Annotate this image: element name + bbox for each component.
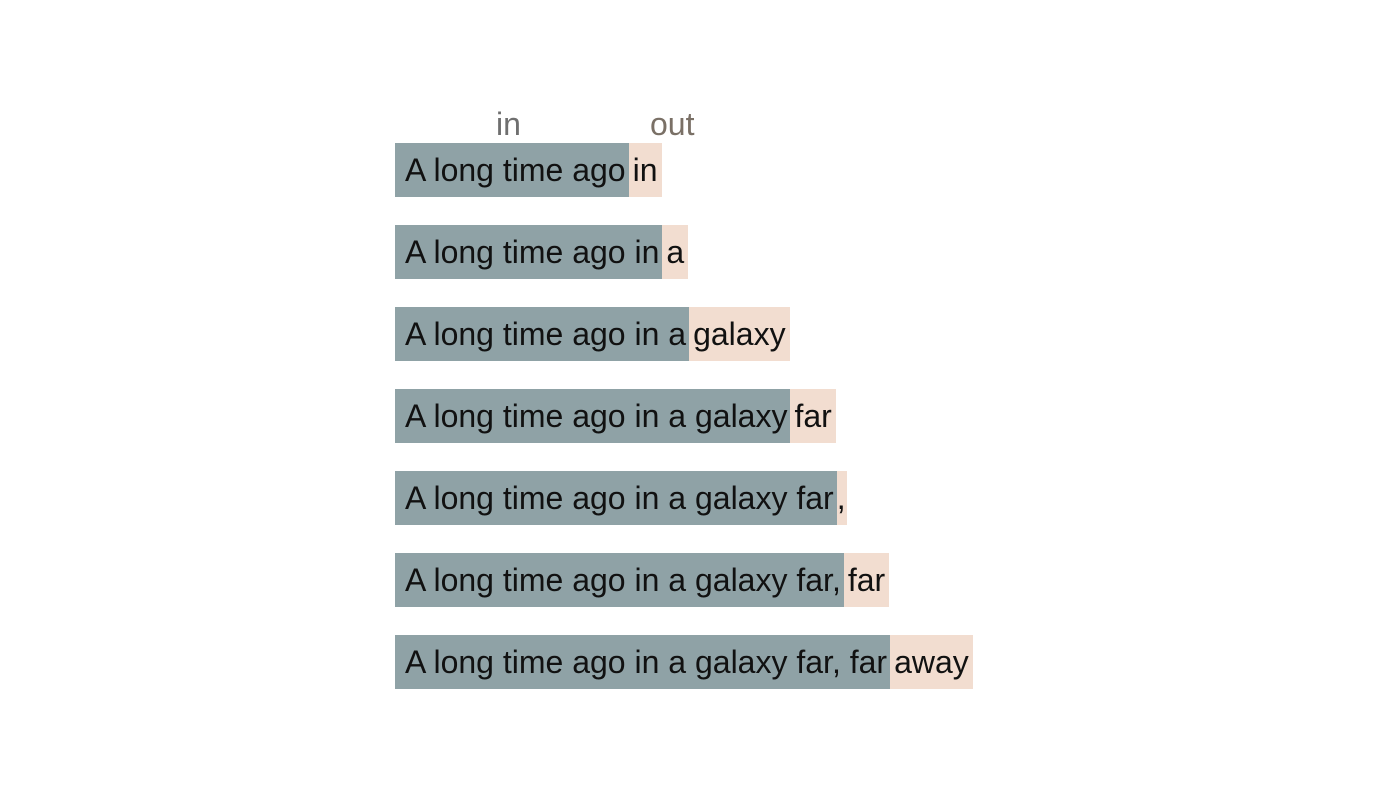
output-token: ,	[836, 471, 847, 525]
sequence-row: A long time ago in a	[395, 225, 973, 279]
sequence-row: A long time ago in a galaxy far ,	[395, 471, 973, 525]
sequence-row: A long time ago in a galaxy far, far	[395, 553, 973, 607]
sequence-row: A long time ago in a galaxy far, far awa…	[395, 635, 973, 689]
output-token: away	[890, 635, 973, 689]
output-token: galaxy	[689, 307, 790, 361]
output-token: a	[662, 225, 689, 279]
input-segment: A long time ago in	[395, 225, 663, 279]
input-segment: A long time ago	[395, 143, 629, 197]
input-segment: A long time ago in a galaxy	[395, 389, 791, 443]
sequence-row: A long time ago in a galaxy	[395, 307, 973, 361]
output-token: in	[628, 143, 662, 197]
input-segment: A long time ago in a galaxy far	[395, 471, 837, 525]
input-segment: A long time ago in a	[395, 307, 690, 361]
input-segment: A long time ago in a galaxy far, far	[395, 635, 891, 689]
sequence-rows: A long time ago in A long time ago in a …	[395, 143, 973, 689]
input-segment: A long time ago in a galaxy far,	[395, 553, 844, 607]
sequence-row: A long time ago in a galaxy far	[395, 389, 973, 443]
sequence-row: A long time ago in	[395, 143, 973, 197]
out-header-label: out	[650, 106, 695, 142]
output-token: far	[843, 553, 890, 607]
in-header-label: in	[496, 106, 521, 142]
output-token: far	[790, 389, 836, 443]
